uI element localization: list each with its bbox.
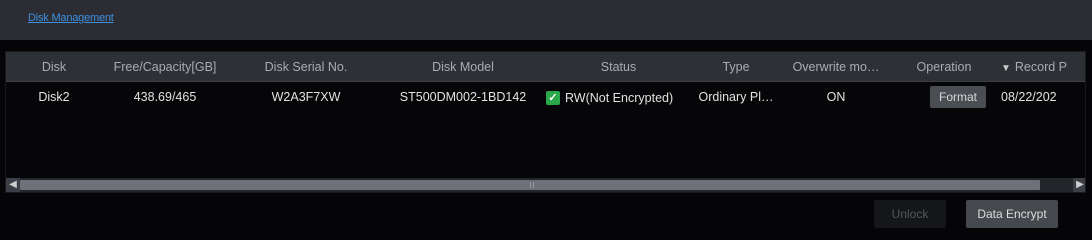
column-header-free-capacity[interactable]: Free/Capacity[GB] [96,52,234,82]
column-header-type[interactable]: Type [681,52,791,82]
scroll-left-icon[interactable]: ◀ [6,178,20,192]
cell-disk: Disk2 [38,90,70,104]
grip-icon [530,182,534,188]
column-header-operation[interactable]: Operation [899,52,989,82]
chevron-down-icon: ▼ [1001,63,1011,74]
table-header: Disk Free/Capacity[GB] Disk Serial No. D… [6,52,1085,82]
cell-overwrite: ON [826,90,846,104]
cell-operation: Format [899,82,989,112]
column-header-status[interactable]: Status [546,52,691,82]
cell-status: ✓ RW(Not Encrypted) [546,82,691,112]
data-encrypt-button[interactable]: Data Encrypt [966,200,1058,228]
column-header-overwrite[interactable]: Overwrite mo… [786,52,886,82]
disk-table: Disk Free/Capacity[GB] Disk Serial No. D… [5,51,1086,193]
cell-model: ST500DM002-1BD142 [399,90,527,104]
status-text: RW(Not Encrypted) [565,91,674,105]
unlock-button[interactable]: Unlock [874,200,946,228]
table-row[interactable]: Disk2 438.69/465 W2A3F7XW ST500DM002-1BD… [6,82,1085,112]
cell-type: Ordinary Pl… [698,90,774,104]
column-header-model[interactable]: Disk Model [381,52,545,82]
tab-disk-management[interactable]: Disk Management [28,12,114,24]
column-header-record-period-label: Record P [1014,60,1068,74]
cell-record-period: 08/22/202 [1001,90,1057,104]
cell-free-capacity: 438.69/465 [133,90,197,104]
title-bar: Disk Management [0,0,1092,40]
scroll-right-icon[interactable]: ▶ [1073,178,1085,192]
scrollbar-thumb[interactable] [20,180,1040,190]
cell-serial: W2A3F7XW [271,90,341,104]
check-icon: ✓ [546,91,560,105]
column-header-record-period[interactable]: ▼ Record P [1001,52,1085,82]
horizontal-scrollbar[interactable]: ◀ ▶ [6,178,1085,192]
column-header-disk[interactable]: Disk [16,52,92,82]
format-button[interactable]: Format [930,86,986,108]
column-header-serial[interactable]: Disk Serial No. [241,52,371,82]
